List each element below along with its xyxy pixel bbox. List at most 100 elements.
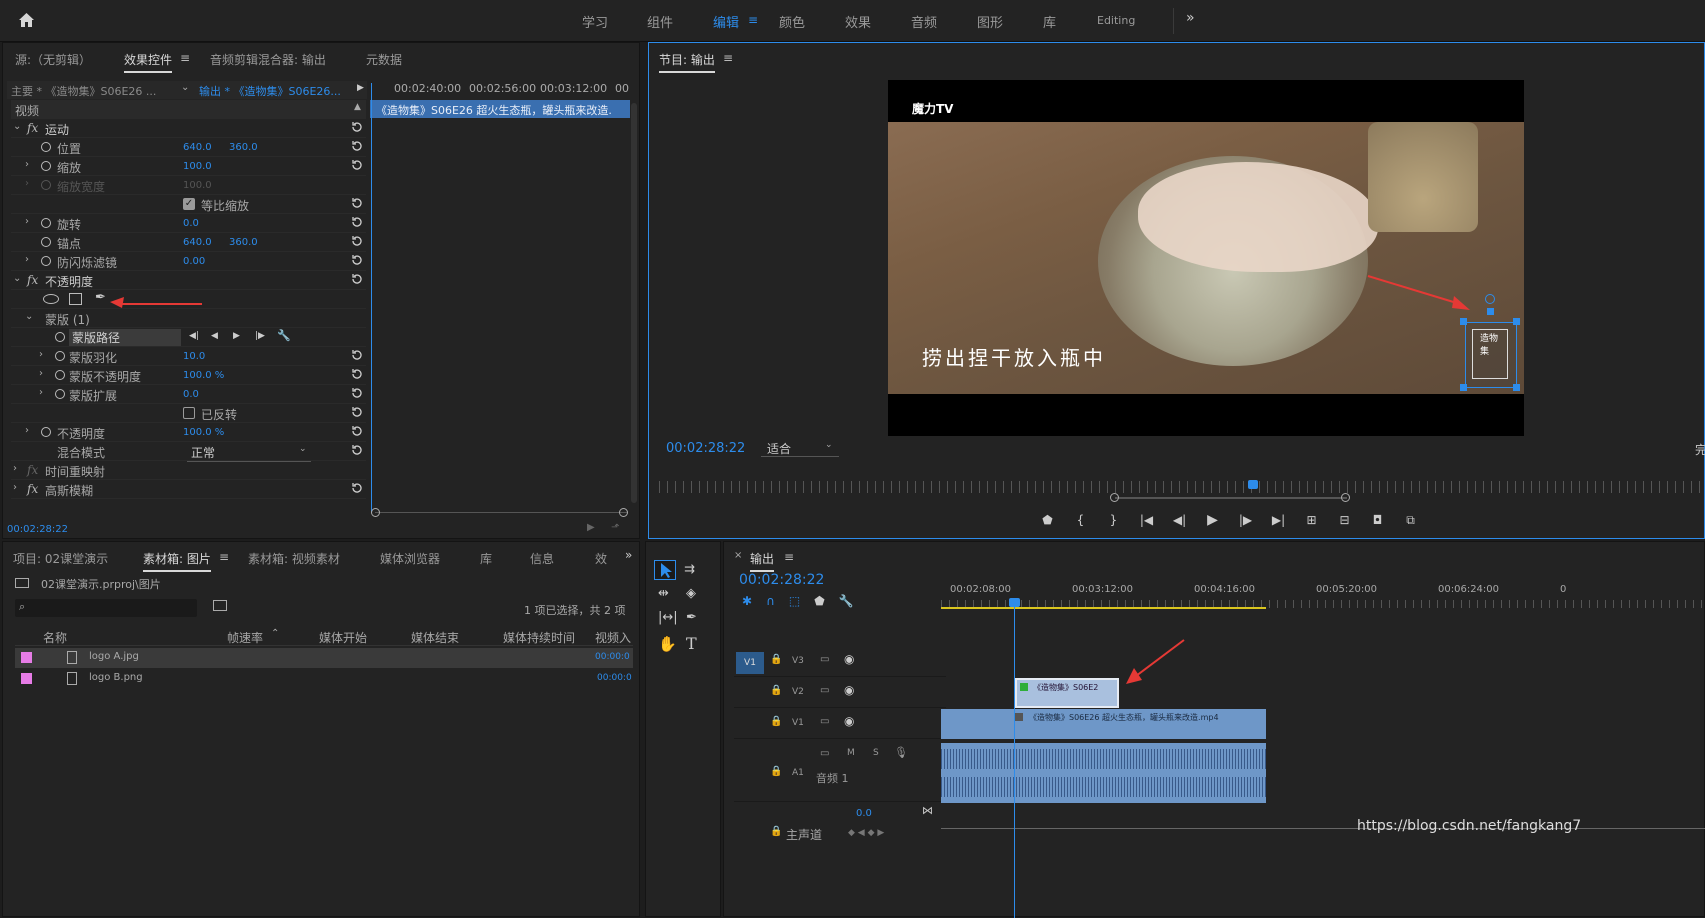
- reset-icon[interactable]: [351, 273, 363, 285]
- workspace-graphics[interactable]: 图形: [977, 12, 1003, 31]
- tab-media-browser[interactable]: 媒体浏览器: [380, 550, 440, 567]
- add-marker-icon[interactable]: ⬟: [1031, 513, 1064, 527]
- expand-chevron-icon[interactable]: ›: [13, 463, 17, 474]
- nest-icon[interactable]: ✱: [742, 594, 752, 608]
- export-frame-icon[interactable]: ◘: [1361, 513, 1394, 527]
- ec-timeline-ruler[interactable]: 00:02:40:00 00:02:56:00 00:03:12:00 00: [370, 81, 632, 97]
- mask-handle[interactable]: [1513, 318, 1520, 325]
- rectangle-mask-icon[interactable]: [69, 293, 82, 305]
- add-marker-icon[interactable]: ⬟: [814, 594, 824, 608]
- tab-info[interactable]: 信息: [530, 550, 554, 567]
- close-icon[interactable]: ×: [734, 550, 742, 561]
- ec-scrollbar[interactable]: [631, 103, 637, 503]
- track-select-tool-icon[interactable]: ⇉: [684, 562, 695, 577]
- keyframe-nav[interactable]: ◆ ◀ ◆ ▶: [848, 828, 884, 838]
- program-playhead[interactable]: [1248, 480, 1258, 489]
- eye-icon[interactable]: ◉: [844, 683, 854, 697]
- video-frame[interactable]: 捞出捏干放入瓶中 造物集 魔力TV: [888, 80, 1524, 436]
- expand-chevron-icon[interactable]: ⌄: [13, 273, 21, 284]
- tab-metadata[interactable]: 元数据: [366, 51, 402, 68]
- timeline-ruler[interactable]: 00:02:08:00 00:03:12:00 00:04:16:00 00:0…: [941, 582, 1705, 612]
- work-area-bar[interactable]: [941, 607, 1266, 609]
- expand-chevron-icon[interactable]: ›: [25, 216, 29, 227]
- track-forward-one-icon[interactable]: ▶: [233, 331, 240, 341]
- ripple-edit-tool-icon[interactable]: ⇹: [658, 586, 669, 601]
- type-tool-icon[interactable]: T: [686, 634, 697, 653]
- expand-chevron-icon[interactable]: ›: [39, 368, 43, 379]
- anti-flicker-value[interactable]: 0.00: [183, 256, 205, 267]
- workspace-editing[interactable]: 编辑: [713, 12, 739, 31]
- reset-icon[interactable]: [351, 254, 363, 266]
- tab-effect-controls[interactable]: 效果控件: [124, 51, 173, 73]
- expand-chevron-icon[interactable]: ›: [25, 425, 29, 436]
- tab-project[interactable]: 项目: 02课堂演示: [13, 550, 108, 567]
- workspace-libraries[interactable]: 库: [1043, 12, 1056, 31]
- hand-tool-icon[interactable]: ✋: [658, 635, 677, 653]
- label-color-swatch[interactable]: [21, 652, 32, 663]
- stopwatch-icon[interactable]: [41, 237, 51, 247]
- timeline-timecode[interactable]: 00:02:28:22: [739, 572, 824, 588]
- compare-view-icon[interactable]: ⧉: [1394, 513, 1427, 528]
- uniform-scale-checkbox[interactable]: ✓: [183, 198, 195, 210]
- mask-handle[interactable]: [1487, 308, 1494, 315]
- mark-in-icon[interactable]: {: [1064, 513, 1097, 527]
- stopwatch-icon[interactable]: [55, 332, 65, 342]
- fx-badge-icon[interactable]: fx: [27, 482, 38, 496]
- mask-expansion-value[interactable]: 0.0: [183, 389, 199, 400]
- workspace-menu-icon[interactable]: ≡: [748, 13, 758, 27]
- stopwatch-icon[interactable]: [41, 161, 51, 171]
- zoom-handle-left[interactable]: [371, 508, 380, 517]
- panel-menu-icon[interactable]: ≡: [180, 51, 190, 65]
- snap-icon[interactable]: ∩: [766, 594, 775, 608]
- zoom-handle-left[interactable]: [1110, 493, 1119, 502]
- track-forward-icon[interactable]: |▶: [255, 331, 265, 341]
- sync-lock-icon[interactable]: ▭: [820, 716, 829, 727]
- expand-chevron-icon[interactable]: ›: [13, 482, 17, 493]
- position-x-value[interactable]: 640.0: [183, 142, 212, 153]
- expand-chevron-icon[interactable]: ›: [39, 349, 43, 360]
- lock-icon[interactable]: 🔒: [770, 826, 782, 837]
- step-forward-icon[interactable]: |▶: [1229, 513, 1262, 527]
- mask-feather-value[interactable]: 10.0: [183, 351, 205, 362]
- table-row[interactable]: logo A.jpg 00:00:0: [15, 648, 633, 668]
- stopwatch-icon[interactable]: [55, 370, 65, 380]
- expand-chevron-icon[interactable]: ⌄: [25, 311, 33, 322]
- mask-handle[interactable]: [1460, 318, 1467, 325]
- mute-button[interactable]: M: [847, 748, 855, 758]
- lock-icon[interactable]: 🔒: [770, 685, 782, 696]
- position-y-value[interactable]: 360.0: [229, 142, 258, 153]
- linked-selection-icon[interactable]: ⬚: [789, 594, 800, 608]
- more-tabs-icon[interactable]: »: [625, 548, 632, 562]
- ec-clip-bar[interactable]: 《造物集》S06E26 超火生态瓶，罐头瓶来改造.: [370, 100, 630, 118]
- full-quality-label[interactable]: 完: [1695, 441, 1705, 458]
- timeline-title[interactable]: 输出: [750, 550, 775, 572]
- eye-icon[interactable]: ◉: [844, 714, 854, 728]
- label-color-swatch[interactable]: [21, 673, 32, 684]
- home-icon[interactable]: [18, 12, 35, 28]
- export-icon[interactable]: ⬏: [611, 522, 619, 533]
- chevron-down-icon[interactable]: ⌄: [299, 444, 307, 454]
- selection-tool-icon[interactable]: [654, 560, 676, 580]
- scale-value[interactable]: 100.0: [183, 161, 212, 172]
- clip-a1[interactable]: [941, 743, 1266, 803]
- tab-source[interactable]: 源:（无剪辑）: [15, 51, 91, 68]
- program-ruler[interactable]: [659, 481, 1703, 493]
- program-title[interactable]: 节目: 输出: [659, 51, 715, 73]
- program-zoom-bar[interactable]: [1115, 497, 1347, 499]
- playhead-handle[interactable]: [1009, 598, 1020, 607]
- expand-chevron-icon[interactable]: ›: [25, 254, 29, 265]
- stopwatch-icon[interactable]: [41, 427, 51, 437]
- rotation-value[interactable]: 0.0: [183, 218, 199, 229]
- tracking-settings-icon[interactable]: 🔧: [277, 329, 291, 342]
- panel-menu-icon[interactable]: ≡: [723, 51, 733, 65]
- clip-dropdown-icon[interactable]: ⌄: [181, 82, 189, 93]
- column-header[interactable]: 媒体持续时间: [503, 629, 575, 646]
- column-header[interactable]: 媒体开始: [319, 629, 367, 646]
- sort-ascending-icon[interactable]: ⌃: [271, 628, 279, 639]
- pen-mask-icon[interactable]: ✒: [95, 290, 106, 305]
- column-header[interactable]: 视频入: [595, 629, 631, 646]
- workspace-color[interactable]: 颜色: [779, 12, 805, 31]
- time-remap-row[interactable]: › fx 时间重映射: [11, 461, 366, 480]
- stopwatch-icon[interactable]: [55, 351, 65, 361]
- sync-lock-icon[interactable]: ▭: [820, 748, 829, 759]
